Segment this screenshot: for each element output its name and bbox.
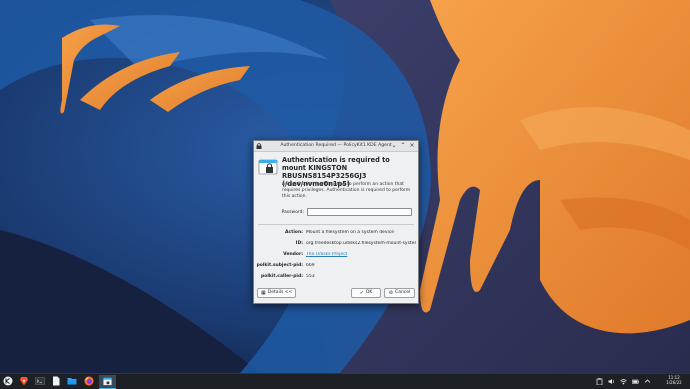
firefox-icon[interactable]	[84, 376, 94, 386]
subject-pid-label: polkit.subject-pid:	[256, 263, 303, 268]
action-value: Mount a filesystem on a system device	[306, 230, 394, 235]
terminal-icon[interactable]	[35, 376, 45, 386]
caller-pid-label: polkit.caller-pid:	[261, 274, 303, 279]
cancel-button[interactable]: ⊘ Cancel	[384, 288, 415, 298]
vendor-label: Vendor:	[283, 252, 303, 257]
minimize-icon[interactable]: ⌄	[390, 142, 398, 150]
lock-icon	[258, 159, 278, 175]
password-input[interactable]	[307, 208, 412, 216]
maximize-icon[interactable]: ⌃	[399, 142, 407, 150]
check-icon: ✓	[359, 290, 364, 296]
action-label: Action:	[285, 230, 303, 235]
chevron-up-icon[interactable]	[644, 378, 651, 385]
id-value: org.freedesktop.udisks2.filesystem-mount…	[306, 241, 416, 246]
subject-pid-value: 669	[306, 263, 315, 268]
brave-browser-icon[interactable]	[19, 376, 29, 386]
window-titlebar[interactable]: Authentication Required — PolicyKit1 KDE…	[254, 141, 418, 152]
vendor-link[interactable]: The Udisks Project	[306, 252, 416, 257]
ok-button[interactable]: ✓ OK	[351, 288, 381, 298]
taskbar: 11:12 1/26/22	[0, 373, 690, 389]
application-menu-icon[interactable]	[3, 376, 13, 386]
cancel-button-label: Cancel	[394, 290, 411, 295]
clock[interactable]: 11:12 1/26/22	[660, 375, 688, 385]
dialog-description: An application is attempting to perform …	[282, 182, 411, 199]
volume-icon[interactable]	[608, 378, 615, 385]
files-icon[interactable]	[51, 376, 61, 386]
id-label: ID:	[295, 241, 303, 246]
clock-date: 1/26/22	[666, 380, 682, 385]
info-icon: ▦	[261, 290, 266, 296]
clipboard-icon[interactable]	[596, 378, 603, 385]
battery-icon[interactable]	[632, 378, 639, 385]
details-button-label: Details <<	[267, 290, 293, 295]
caller-pid-value: 553	[306, 274, 315, 279]
close-icon[interactable]: ×	[408, 142, 416, 150]
password-label: Password:	[281, 210, 304, 215]
authentication-dialog: Authentication Required — PolicyKit1 KDE…	[253, 140, 419, 304]
dolphin-icon[interactable]	[67, 376, 77, 386]
taskbar-task-authentication[interactable]	[99, 375, 116, 389]
details-button[interactable]: ▦ Details <<	[257, 288, 297, 298]
divider	[258, 224, 414, 225]
cancel-icon: ⊘	[388, 290, 393, 296]
network-icon[interactable]	[620, 378, 627, 385]
ok-button-label: OK	[365, 290, 373, 295]
lock-icon	[103, 377, 112, 386]
